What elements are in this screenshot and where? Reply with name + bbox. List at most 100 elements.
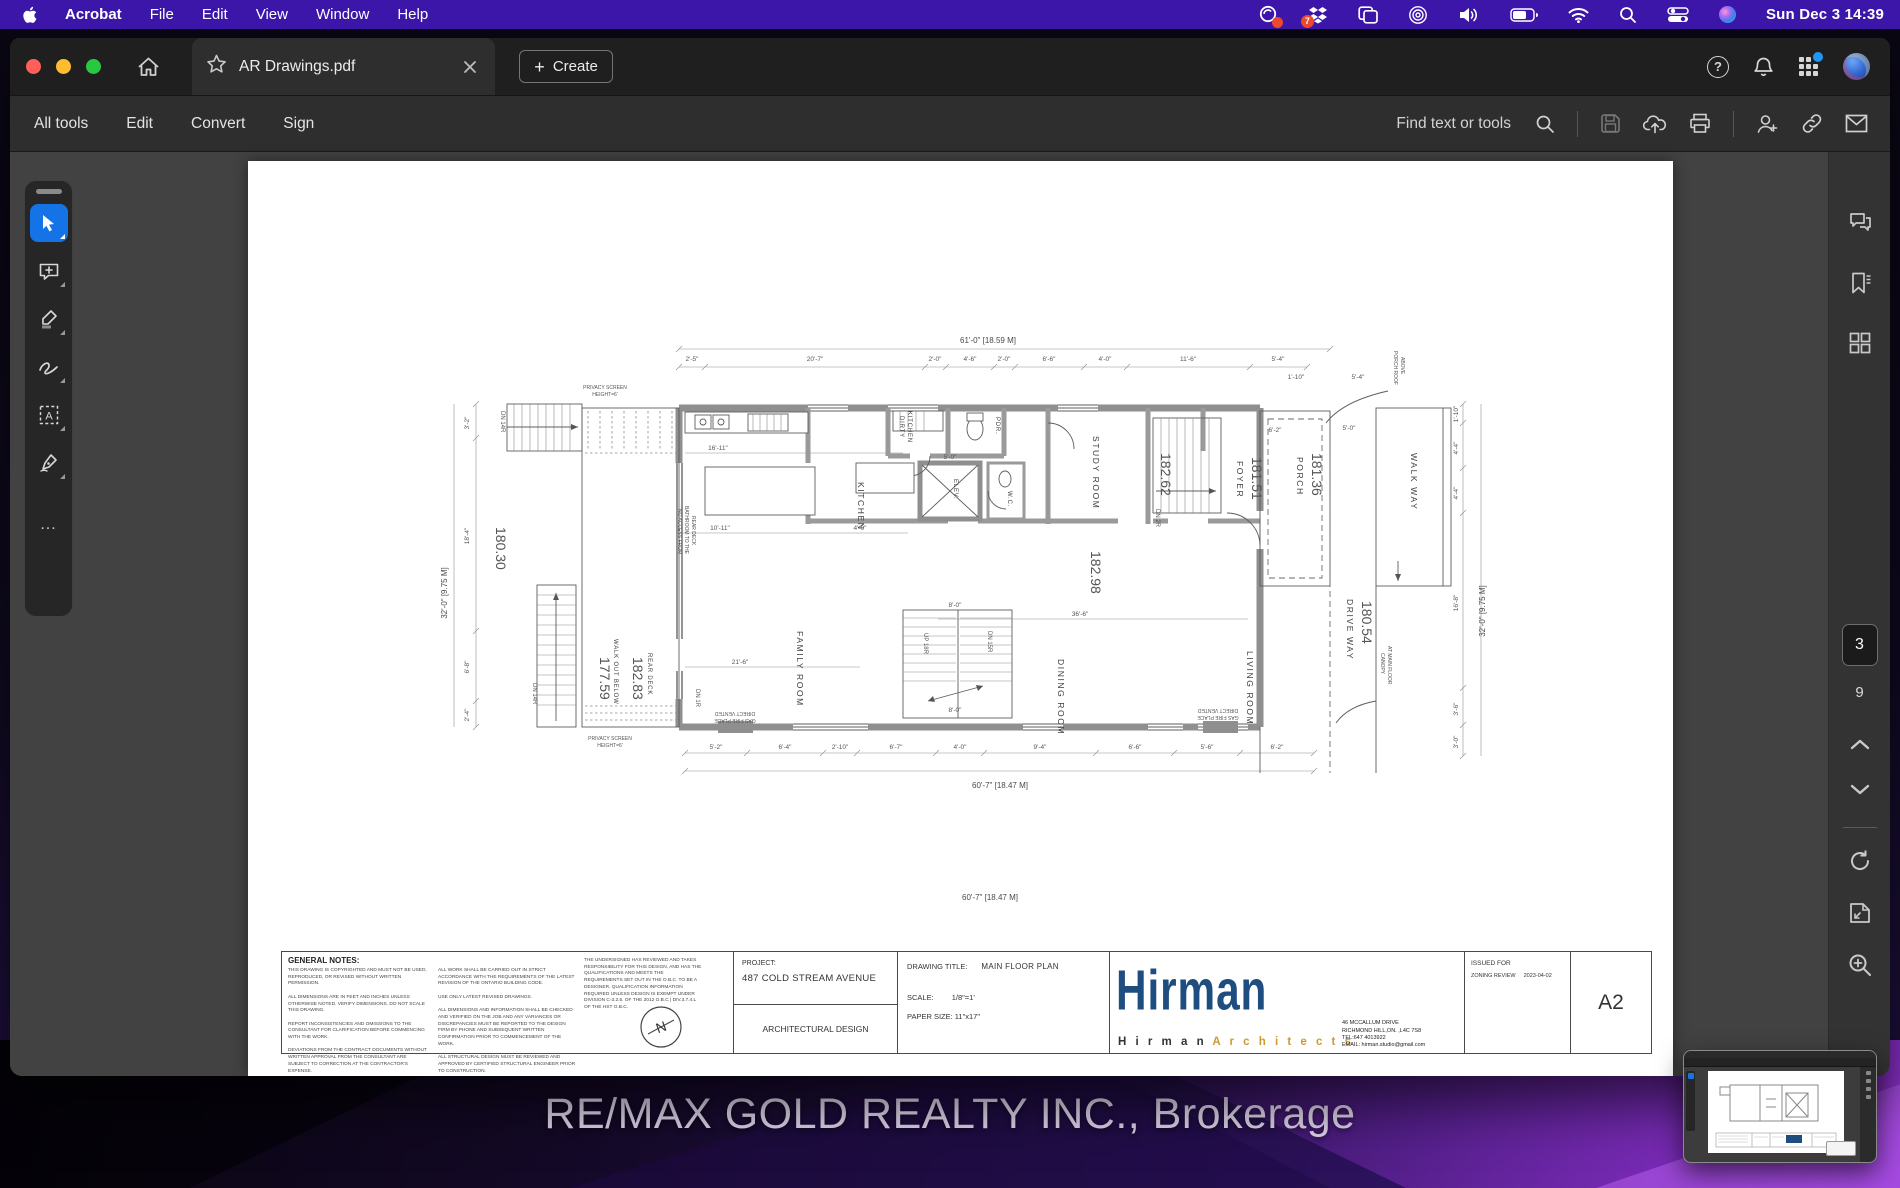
minimize-window-button[interactable] xyxy=(56,59,71,74)
convert-menu[interactable]: Convert xyxy=(191,115,245,133)
siri-icon[interactable] xyxy=(1718,6,1736,23)
floor-plan-drawing: 61'-0" [18.59 M] 2'-5" 20'-7" 2'-0" 4'-6… xyxy=(440,336,1487,902)
user-avatar[interactable] xyxy=(1843,53,1870,80)
drawing-title: MAIN FLOOR PLAN xyxy=(981,962,1059,971)
dim-left-total: 32'-0" [9.75 M] xyxy=(440,567,449,619)
stair-bottom-left xyxy=(536,584,577,728)
control-center-icon[interactable] xyxy=(1667,6,1689,23)
room-living: LIVING ROOM xyxy=(1245,651,1255,725)
dim-label: 5'-0" xyxy=(1343,425,1357,432)
room-foyer: FOYER xyxy=(1235,461,1245,498)
add-user-icon[interactable] xyxy=(1756,113,1779,134)
edit-menu[interactable]: Edit xyxy=(126,115,153,133)
close-window-button[interactable] xyxy=(26,59,41,74)
select-tool[interactable] xyxy=(29,204,68,242)
menu-edit[interactable]: Edit xyxy=(202,6,228,23)
stage-manager-icon[interactable] xyxy=(1358,5,1378,24)
plus-icon: + xyxy=(534,56,545,77)
document-tab[interactable]: AR Drawings.pdf xyxy=(192,38,496,95)
dim-label: 6'-6" xyxy=(1129,744,1143,751)
bottom-dimensions: 5'-2" 6'-4" 2'-10" 6'-7" 4'-0" 9'-4" 6'-… xyxy=(681,744,1318,902)
zoom-window-button[interactable] xyxy=(86,59,101,74)
tab-close-icon[interactable] xyxy=(463,60,477,74)
battery-icon[interactable] xyxy=(1510,7,1538,22)
volume-icon[interactable] xyxy=(1458,6,1480,24)
zoom-in-button[interactable] xyxy=(1847,950,1873,980)
dim-label: 5'-0" xyxy=(944,454,958,461)
dim-label: 6'-2" xyxy=(1269,427,1283,434)
right-sidebar-rail: 3 9 xyxy=(1828,152,1890,1076)
dim-label: 6'-6" xyxy=(1043,356,1057,363)
logo-firm-name: H i r m a n xyxy=(1118,1036,1207,1048)
upload-cloud-icon[interactable] xyxy=(1643,113,1667,134)
help-icon[interactable]: ? xyxy=(1707,55,1729,78)
bookmarks-panel-icon[interactable] xyxy=(1847,268,1873,298)
dim-label: 5'-6" xyxy=(1201,744,1215,751)
dim-label: 8'-0" xyxy=(949,602,963,609)
menu-window[interactable]: Window xyxy=(316,6,369,23)
previous-page-button[interactable] xyxy=(1849,729,1871,759)
tool-flyout-indicator xyxy=(59,474,65,479)
status-app-icon[interactable] xyxy=(1259,5,1283,28)
page-thumbnails-icon[interactable] xyxy=(1848,328,1872,358)
panel-drag-handle[interactable] xyxy=(35,189,62,194)
elev-182-83: 182.83 xyxy=(630,657,646,700)
all-tools-menu[interactable]: All tools xyxy=(34,115,88,133)
star-icon[interactable] xyxy=(206,54,227,79)
highlight-tool[interactable] xyxy=(30,300,68,338)
room-pdr: PDR. xyxy=(994,417,1000,435)
dim-label: 6'-7" xyxy=(890,744,904,751)
comments-panel-icon[interactable] xyxy=(1847,208,1873,238)
notifications-bell-icon[interactable] xyxy=(1753,56,1774,78)
more-tools-button[interactable]: ... xyxy=(30,506,68,544)
print-icon[interactable] xyxy=(1689,113,1711,134)
dim-label: 6'-2" xyxy=(1271,744,1285,751)
issued-for-label: ISSUED FOR xyxy=(1471,960,1511,967)
search-icon[interactable] xyxy=(1535,114,1555,134)
design-type: ARCHITECTURAL DESIGN xyxy=(762,1024,869,1034)
dim-label: 18'-4" xyxy=(464,527,471,544)
menu-bar-clock[interactable]: Sun Dec 3 14:39 xyxy=(1766,6,1884,23)
tool-flyout-indicator xyxy=(59,378,65,383)
find-text-label[interactable]: Find text or tools xyxy=(1396,115,1511,133)
menu-acrobat[interactable]: Acrobat xyxy=(65,6,122,23)
menu-help[interactable]: Help xyxy=(397,6,428,23)
room-porch: PORCH xyxy=(1295,457,1305,496)
next-page-button[interactable] xyxy=(1849,775,1871,805)
wifi-icon[interactable] xyxy=(1568,7,1589,23)
stair-top-left xyxy=(506,403,583,452)
dim-label: 20'-7" xyxy=(807,356,824,363)
screenshot-preview-thumbnail[interactable] xyxy=(1683,1050,1877,1163)
text-select-tool[interactable]: A xyxy=(30,396,68,434)
pdf-page[interactable]: 61'-0" [18.59 M] 2'-5" 20'-7" 2'-0" 4'-6… xyxy=(248,161,1673,1076)
room-study: STUDY ROOM xyxy=(1091,436,1101,509)
elev-182-98: 182.98 xyxy=(1088,551,1104,594)
airplay-ripple-icon[interactable] xyxy=(1408,5,1428,25)
app-switcher-grid-icon[interactable] xyxy=(1798,52,1823,77)
email-icon[interactable] xyxy=(1845,114,1868,133)
dropbox-icon[interactable]: 7 xyxy=(1300,6,1328,28)
link-icon[interactable] xyxy=(1801,113,1823,134)
dim-label: 1'-10" xyxy=(1453,405,1460,422)
drawing-title-label: DRAWING TITLE: xyxy=(907,962,968,971)
spotlight-search-icon[interactable] xyxy=(1619,6,1637,24)
dim-label: 2'-4" xyxy=(464,708,471,722)
room-dining: DINING ROOM xyxy=(1056,659,1066,735)
menu-file[interactable]: File xyxy=(150,6,174,23)
current-page-input[interactable]: 3 xyxy=(1841,624,1878,666)
menu-view[interactable]: View xyxy=(256,6,288,23)
fit-page-button[interactable] xyxy=(1847,898,1873,928)
create-button[interactable]: + Create xyxy=(519,50,613,83)
dropbox-badge: 7 xyxy=(1300,14,1314,28)
elev-182-62: 182.62 xyxy=(1158,453,1174,496)
fill-sign-tool[interactable] xyxy=(30,444,68,482)
comment-tool[interactable] xyxy=(30,252,68,290)
dim-label: 5'-2" xyxy=(710,744,724,751)
home-icon[interactable] xyxy=(123,56,174,78)
apple-menu-icon[interactable] xyxy=(22,6,37,24)
draw-tool[interactable] xyxy=(30,348,68,386)
sign-menu[interactable]: Sign xyxy=(283,115,314,133)
study-door-swing xyxy=(1047,422,1075,450)
rotate-page-button[interactable] xyxy=(1847,846,1873,876)
canopy-note: AT MAIN FLOOR xyxy=(1386,646,1392,685)
